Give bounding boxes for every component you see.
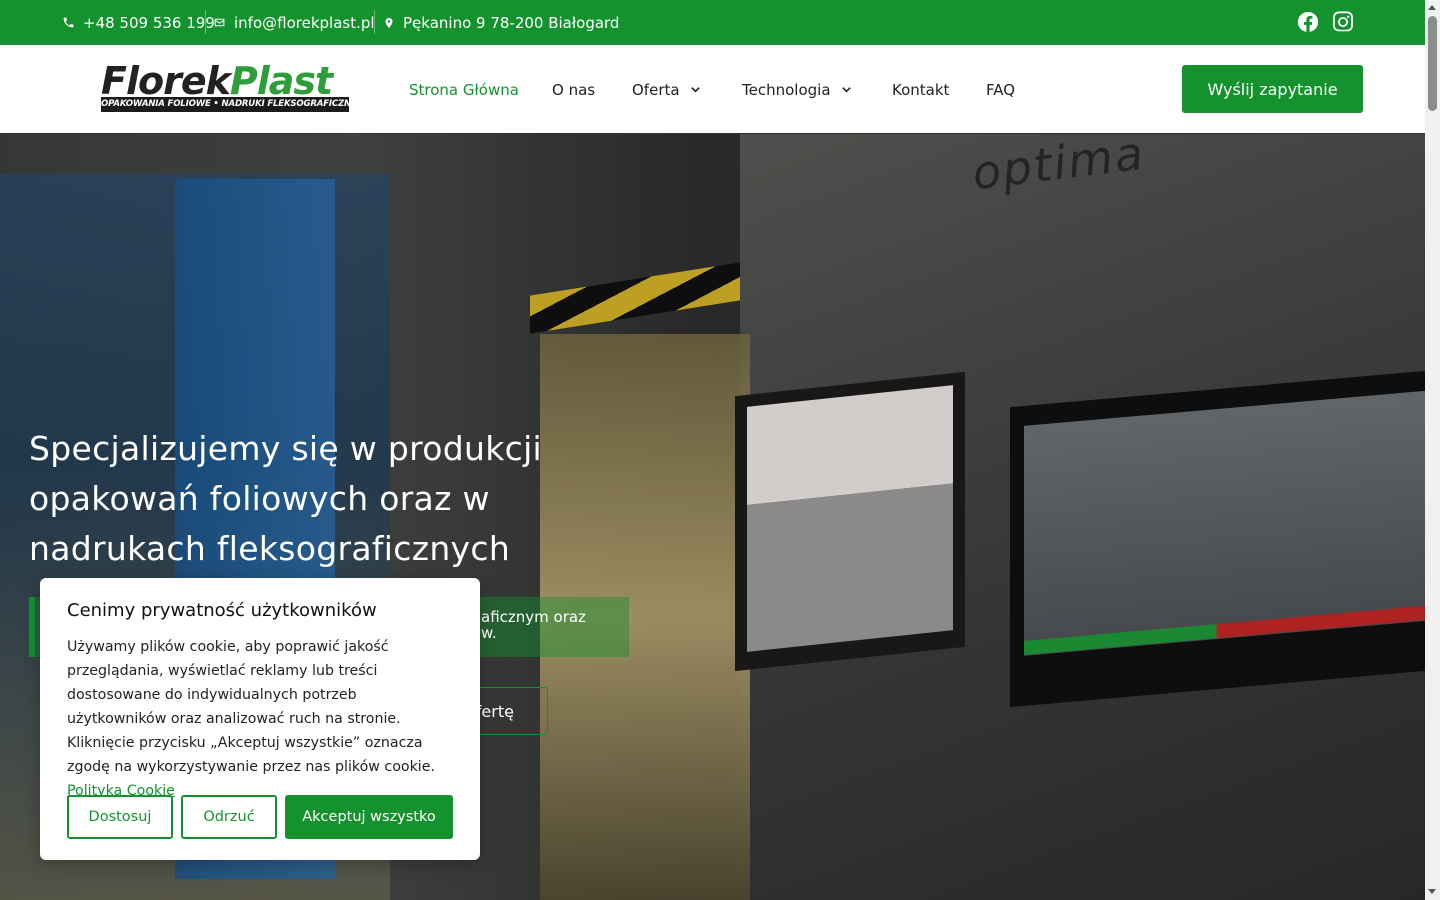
divider [205,10,206,34]
chevron-down-icon [841,87,851,93]
cookie-consent-dialog: Cenimy prywatność użytkowników Używamy p… [40,578,480,860]
top-contact-bar: +48 509 536 199 info@florekplast.pl Pęka… [0,0,1425,45]
nav-label: Oferta [632,80,680,99]
nav-item-technology[interactable]: Technologia [742,45,852,134]
chevron-down-icon [690,87,700,93]
nav-label: FAQ [986,80,1016,99]
cookie-body: Używamy plików cookie, aby poprawić jako… [67,635,459,803]
nav-label: Kontakt [892,80,950,99]
hero-lead-line-2: w. [481,624,497,642]
email-address: info@florekplast.pl [234,13,375,32]
cookie-accept-all-button[interactable]: Akceptuj wszystko [285,795,453,839]
nav-item-contact[interactable]: Kontakt [892,45,949,134]
cookie-body-text: Używamy plików cookie, aby poprawić jako… [67,639,435,775]
hero-lead-line-1: aficznym oraz [481,608,586,626]
page-scrollbar[interactable] [1425,0,1440,900]
site-header: FlorekPlast OPAKOWANIA FOLIOWE • NADRUKI… [0,45,1425,134]
phone-number: +48 509 536 199 [83,13,215,32]
cookie-title: Cenimy prywatność użytkowników [67,600,377,621]
address-contact[interactable]: Pękanino 9 78-200 Białogard [383,0,619,45]
send-inquiry-button[interactable]: Wyślij zapytanie [1182,65,1363,113]
address-text: Pękanino 9 78-200 Białogard [403,13,620,32]
hero-lead-text: aficznym oraz w. [481,609,586,641]
nav-item-faq[interactable]: FAQ [986,45,1015,134]
nav-label: Strona Główna [409,80,519,99]
nav-label: O nas [552,80,596,99]
cookie-reject-button[interactable]: Odrzuć [181,795,277,839]
scroll-up-arrow-icon[interactable] [1428,5,1436,10]
facebook-icon[interactable] [1296,10,1320,34]
logo-tagline: OPAKOWANIA FOLIOWE • NADRUKI FLEKSOGRAFI… [101,97,357,112]
nav-item-home[interactable]: Strona Główna [409,45,519,134]
scroll-down-arrow-icon[interactable] [1428,889,1436,894]
cookie-customize-button[interactable]: Dostosuj [67,795,173,839]
nav-label: Technologia [742,80,831,99]
site-logo[interactable]: FlorekPlast OPAKOWANIA FOLIOWE • NADRUKI… [101,62,357,115]
scrollbar-thumb[interactable] [1428,16,1437,111]
hero-headline: Specjalizujemy się w produkcji opakowań … [29,429,543,568]
nav-item-offer[interactable]: Oferta [632,45,701,134]
instagram-icon[interactable] [1331,10,1355,34]
map-pin-icon [385,17,393,28]
logo-wordmark: FlorekPlast [101,62,351,100]
divider [374,10,375,34]
email-icon [214,18,225,27]
email-contact[interactable]: info@florekplast.pl [213,0,375,45]
phone-contact[interactable]: +48 509 536 199 [62,0,215,45]
nav-item-about[interactable]: O nas [552,45,595,134]
phone-icon [63,17,74,28]
